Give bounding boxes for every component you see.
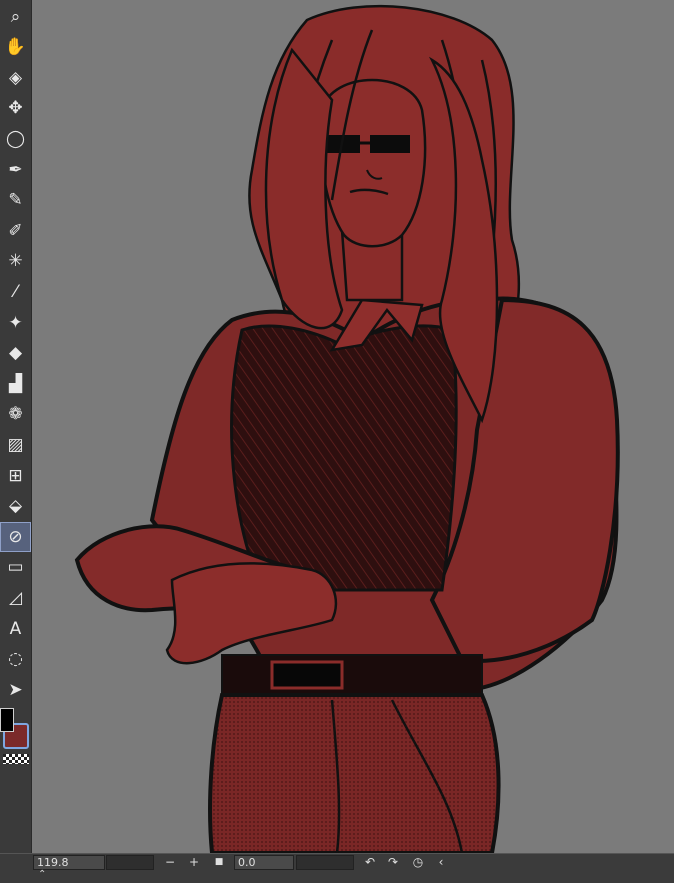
rotate-right-icon[interactable]: ↷	[385, 854, 401, 872]
collapse-icon[interactable]: ‹	[433, 854, 449, 872]
sparkle-tool[interactable]: ✳	[0, 247, 31, 277]
zoom-out-button[interactable]: −	[162, 854, 178, 872]
transparent-color-swatch[interactable]	[3, 754, 29, 764]
rotation-field[interactable]: 0.0	[234, 855, 294, 870]
layers-icon: ◈	[8, 67, 23, 88]
belt-buckle	[270, 660, 344, 690]
stop-icon[interactable]: ■	[211, 854, 227, 872]
frame-tool[interactable]: ⊞	[0, 461, 31, 491]
eraser-icon: ◆	[8, 343, 23, 364]
magnifier-icon: ⌕	[10, 6, 21, 27]
pencil-tool[interactable]: ✎	[0, 186, 31, 216]
ruler-icon: ◿	[8, 587, 23, 608]
eyedropper-tool[interactable]: ⁄	[0, 277, 31, 307]
drawing-canvas[interactable]	[32, 0, 674, 853]
color-indicator	[0, 708, 31, 768]
expand-icon[interactable]: ⌃	[38, 869, 46, 880]
fill-tool[interactable]: ⬙	[0, 492, 31, 522]
object-select-tool[interactable]: ➤	[0, 675, 31, 705]
frame-icon: ⊞	[8, 465, 23, 486]
belt	[221, 654, 483, 696]
droplets-icon: ❁	[8, 404, 23, 425]
glasses-right	[370, 135, 410, 153]
move-arrows-icon: ✥	[8, 98, 23, 119]
artwork	[74, 4, 620, 853]
zoom-in-button[interactable]: +	[186, 854, 202, 872]
brush-icon: ✐	[8, 220, 23, 241]
rotation-slider[interactable]	[296, 855, 354, 870]
ruler-tool[interactable]: ◿	[0, 583, 31, 613]
rotate-left-icon[interactable]: ↶	[362, 854, 378, 872]
stars-icon: ✦	[8, 312, 23, 333]
layer-move-tool[interactable]: ◈	[0, 63, 31, 93]
paint-bucket-icon: ⬙	[8, 496, 23, 517]
balloon-tool[interactable]: ◌	[0, 645, 31, 675]
blend-tool[interactable]: ❁	[0, 400, 31, 430]
airbrush-tool[interactable]: ▟	[0, 369, 31, 399]
main-color-swatch[interactable]	[0, 708, 14, 732]
speech-balloon-icon: ◌	[8, 649, 23, 670]
rectangle-icon: ▭	[7, 557, 24, 578]
eraser-tool[interactable]: ◆	[0, 339, 31, 369]
decoration-tool[interactable]: ✦	[0, 308, 31, 338]
hand-tool[interactable]: ✋	[0, 33, 31, 63]
lasso-icon: ◯	[5, 128, 26, 149]
status-bar: 119.8 − + ■ 0.0 ↶ ↷ ◷ ‹	[0, 853, 674, 872]
bottom-bar: ⌃	[0, 869, 674, 883]
brush-tool[interactable]: ✐	[0, 216, 31, 246]
lasso-select-tool[interactable]: ◯	[0, 124, 31, 154]
zoom-field[interactable]: 119.8	[33, 855, 105, 870]
lasso-fill-icon: ⊘	[8, 526, 23, 547]
pencil-icon: ✎	[8, 190, 23, 211]
eyedropper-icon: ⁄	[14, 281, 17, 302]
lasso-fill-tool[interactable]: ⊘	[0, 522, 31, 553]
face	[319, 78, 427, 248]
zoom-slider[interactable]	[106, 855, 154, 870]
text-tool[interactable]: A	[0, 614, 31, 644]
reset-rotation-icon[interactable]: ◷	[410, 854, 426, 872]
figure-tool[interactable]: ▭	[0, 553, 31, 583]
vest	[230, 324, 458, 592]
tool-palette: ⌕ ✋ ◈ ✥ ◯ ✒ ✎ ✐ ✳ ⁄ ✦ ◆ ▟ ❁ ▨ ⊞ ⬙ ⊘ ▭ ◿ A ◌ ➤	[0, 0, 32, 853]
move-tool[interactable]: ✥	[0, 94, 31, 124]
zoom-tool[interactable]: ⌕	[0, 2, 31, 32]
hand-icon: ✋	[4, 37, 27, 58]
gradient-tool[interactable]: ▨	[0, 430, 31, 460]
sparkle-icon: ✳	[8, 251, 23, 272]
pen-tool[interactable]: ✒	[0, 155, 31, 185]
pen-icon: ✒	[8, 159, 23, 180]
gradient-icon: ▨	[7, 434, 24, 455]
text-icon: A	[9, 618, 22, 639]
airbrush-icon: ▟	[8, 373, 23, 394]
arrow-cursor-icon: ➤	[8, 679, 23, 700]
